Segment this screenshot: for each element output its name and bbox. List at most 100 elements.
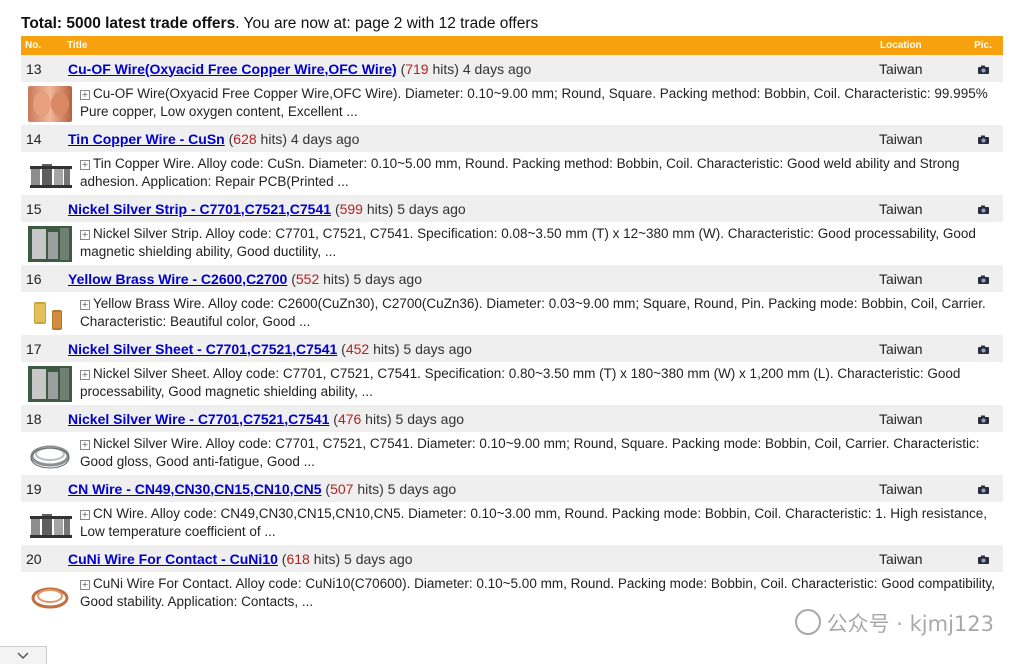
offer-location: Taiwan bbox=[879, 410, 923, 427]
offer-pic-cell bbox=[963, 265, 1003, 292]
offer-description-row: + Nickel Silver Strip. Alloy code: C7701,… bbox=[21, 222, 1003, 265]
offer-description: + Nickel Silver Strip. Alloy code: C7701,… bbox=[80, 225, 1001, 261]
offer-title-row: 17 Nickel Silver Sheet - C7701,C7521,C754… bbox=[21, 335, 1003, 362]
camera-icon[interactable] bbox=[977, 205, 989, 214]
table-header: No. Title Location Pic. bbox=[21, 36, 1003, 55]
product-thumbnail[interactable] bbox=[28, 436, 72, 472]
offer-title-cell: Nickel Silver Sheet - C7701,C7521,C7541 … bbox=[63, 335, 878, 362]
offer-title-link[interactable]: Tin Copper Wire - CuSn bbox=[68, 131, 225, 147]
offer-title-link[interactable]: Cu-OF Wire(Oxyacid Free Copper Wire,OFC … bbox=[68, 61, 397, 77]
offer-description-cell: + Yellow Brass Wire. Alloy code: C2600(Cu… bbox=[21, 292, 1003, 335]
plus-box-icon[interactable]: + bbox=[80, 370, 90, 380]
camera-icon[interactable] bbox=[977, 135, 989, 144]
plus-box-icon[interactable]: + bbox=[80, 90, 90, 100]
offer-description: + CN Wire. Alloy code: CN49,CN30,CN15,CN1… bbox=[80, 505, 1001, 541]
offer-pic-cell bbox=[963, 545, 1003, 572]
offers-body: 13 Cu-OF Wire(Oxyacid Free Copper Wire,OF… bbox=[21, 55, 1003, 615]
product-thumbnail[interactable] bbox=[28, 226, 72, 262]
offer-title-row: 18 Nickel Silver Wire - C7701,C7521,C7541… bbox=[21, 405, 1003, 432]
product-thumbnail[interactable] bbox=[28, 506, 72, 542]
offer-title-cell: CN Wire - CN49,CN30,CN15,CN10,CN5 (507 h… bbox=[63, 475, 878, 502]
offer-description-row: + Nickel Silver Wire. Alloy code: C7701, … bbox=[21, 432, 1003, 475]
watermark: 公众号 · kjmj123 bbox=[794, 608, 994, 638]
header-pic: Pic. bbox=[974, 40, 992, 51]
hits-count: 719 bbox=[405, 60, 429, 77]
offer-description-cell: + Cu-OF Wire(Oxyacid Free Copper Wire,OFC… bbox=[21, 82, 1003, 125]
plus-box-icon[interactable]: + bbox=[80, 580, 90, 590]
offer-title-row: 20 CuNi Wire For Contact - CuNi10 (618 hi… bbox=[21, 545, 1003, 572]
product-thumbnail[interactable] bbox=[28, 576, 72, 612]
hits-age: hits) 5 days ago bbox=[319, 270, 422, 287]
offer-description: + Nickel Silver Wire. Alloy code: C7701, … bbox=[80, 435, 1001, 471]
offer-pic-cell bbox=[963, 335, 1003, 362]
trade-offers-table: No. Title Location Pic. 13 Cu-OF Wire(Oxy… bbox=[21, 36, 1003, 615]
plus-box-icon[interactable]: + bbox=[80, 510, 90, 520]
offer-location: Taiwan bbox=[879, 550, 923, 567]
camera-icon[interactable] bbox=[977, 345, 989, 354]
offer-number: 16 bbox=[26, 270, 42, 287]
plus-box-icon[interactable]: + bbox=[80, 440, 90, 450]
offer-location: Taiwan bbox=[879, 480, 923, 497]
offer-description-text: Cu-OF Wire(Oxyacid Free Copper Wire,OFC … bbox=[80, 86, 988, 119]
offer-description-cell: + Nickel Silver Strip. Alloy code: C7701,… bbox=[21, 222, 1003, 265]
offer-title-row: 14 Tin Copper Wire - CuSn (628 hits) 4 da… bbox=[21, 125, 1003, 152]
offer-description: + Nickel Silver Sheet. Alloy code: C7701,… bbox=[80, 365, 1001, 401]
offer-pic-cell bbox=[963, 475, 1003, 502]
plus-box-icon[interactable]: + bbox=[80, 230, 90, 240]
header-location: Location bbox=[880, 40, 922, 51]
camera-icon[interactable] bbox=[977, 65, 989, 74]
header-title: Title bbox=[67, 40, 88, 51]
offer-title-link[interactable]: Nickel Silver Wire - C7701,C7521,C7541 bbox=[68, 411, 329, 427]
header-no: No. bbox=[25, 40, 42, 51]
offer-pic-cell bbox=[963, 55, 1003, 82]
hits-age: hits) 5 days ago bbox=[309, 550, 413, 567]
offer-number: 20 bbox=[26, 550, 42, 567]
offer-title-link[interactable]: CuNi Wire For Contact - CuNi10 bbox=[68, 551, 278, 567]
hits-age: hits) 4 days ago bbox=[428, 60, 532, 77]
offer-title-cell: Cu-OF Wire(Oxyacid Free Copper Wire,OFC … bbox=[63, 55, 878, 82]
product-thumbnail[interactable] bbox=[28, 296, 72, 332]
hits-count: 507 bbox=[330, 480, 354, 497]
offer-location: Taiwan bbox=[879, 130, 923, 147]
plus-box-icon[interactable]: + bbox=[80, 300, 90, 310]
camera-icon[interactable] bbox=[977, 415, 989, 424]
offer-description-cell: + Nickel Silver Wire. Alloy code: C7701, … bbox=[21, 432, 1003, 475]
offer-title-link[interactable]: Nickel Silver Sheet - C7701,C7521,C7541 bbox=[68, 341, 337, 357]
offer-pic-cell bbox=[963, 405, 1003, 432]
offer-description-text: CN Wire. Alloy code: CN49,CN30,CN15,CN10… bbox=[80, 506, 988, 539]
scroll-down-button[interactable] bbox=[0, 646, 47, 664]
camera-icon[interactable] bbox=[977, 485, 989, 494]
offer-description: + Tin Copper Wire. Alloy code: CuSn. Diam… bbox=[80, 155, 1001, 191]
summary-page-info: . You are now at: page 2 with 12 trade o… bbox=[235, 15, 539, 32]
wechat-icon bbox=[794, 609, 821, 635]
offer-description-text: Nickel Silver Wire. Alloy code: C7701, C… bbox=[80, 436, 980, 469]
offer-pic-cell bbox=[963, 195, 1003, 222]
offer-description-text: Yellow Brass Wire. Alloy code: C2600(CuZ… bbox=[80, 296, 986, 329]
offer-title-cell: Tin Copper Wire - CuSn (628 hits) 4 days… bbox=[63, 125, 878, 152]
hits-count: 618 bbox=[286, 550, 310, 567]
offer-title-link[interactable]: Nickel Silver Strip - C7701,C7521,C7541 bbox=[68, 201, 331, 217]
camera-icon[interactable] bbox=[977, 555, 989, 564]
offer-number: 17 bbox=[26, 340, 42, 357]
offer-location: Taiwan bbox=[879, 270, 923, 287]
offer-description-text: Nickel Silver Strip. Alloy code: C7701, … bbox=[80, 226, 976, 259]
hits-count: 476 bbox=[337, 410, 362, 427]
offer-description: + CuNi Wire For Contact. Alloy code: CuNi… bbox=[80, 575, 1001, 611]
camera-icon[interactable] bbox=[977, 275, 989, 284]
product-thumbnail[interactable] bbox=[28, 86, 72, 122]
offer-description-text: CuNi Wire For Contact. Alloy code: CuNi1… bbox=[80, 576, 996, 609]
offer-location: Taiwan bbox=[879, 60, 923, 77]
product-thumbnail[interactable] bbox=[28, 366, 72, 402]
offer-title-row: 15 Nickel Silver Strip - C7701,C7521,C754… bbox=[21, 195, 1003, 222]
offer-title-link[interactable]: Yellow Brass Wire - C2600,C2700 bbox=[68, 271, 287, 287]
offer-title-cell: Yellow Brass Wire - C2600,C2700 (552 hit… bbox=[63, 265, 878, 292]
summary-total: Total: 5000 latest trade offers bbox=[21, 15, 236, 32]
offer-number: 18 bbox=[26, 410, 42, 427]
results-summary: Total: 5000 latest trade offers. You are… bbox=[21, 15, 538, 33]
offer-title-cell: CuNi Wire For Contact - CuNi10 (618 hits… bbox=[63, 545, 878, 572]
plus-box-icon[interactable]: + bbox=[80, 160, 90, 170]
product-thumbnail[interactable] bbox=[28, 156, 72, 192]
offer-title-link[interactable]: CN Wire - CN49,CN30,CN15,CN10,CN5 bbox=[68, 481, 322, 497]
hits-count: 452 bbox=[345, 340, 370, 357]
offer-description-cell: + Tin Copper Wire. Alloy code: CuSn. Diam… bbox=[21, 152, 1003, 195]
